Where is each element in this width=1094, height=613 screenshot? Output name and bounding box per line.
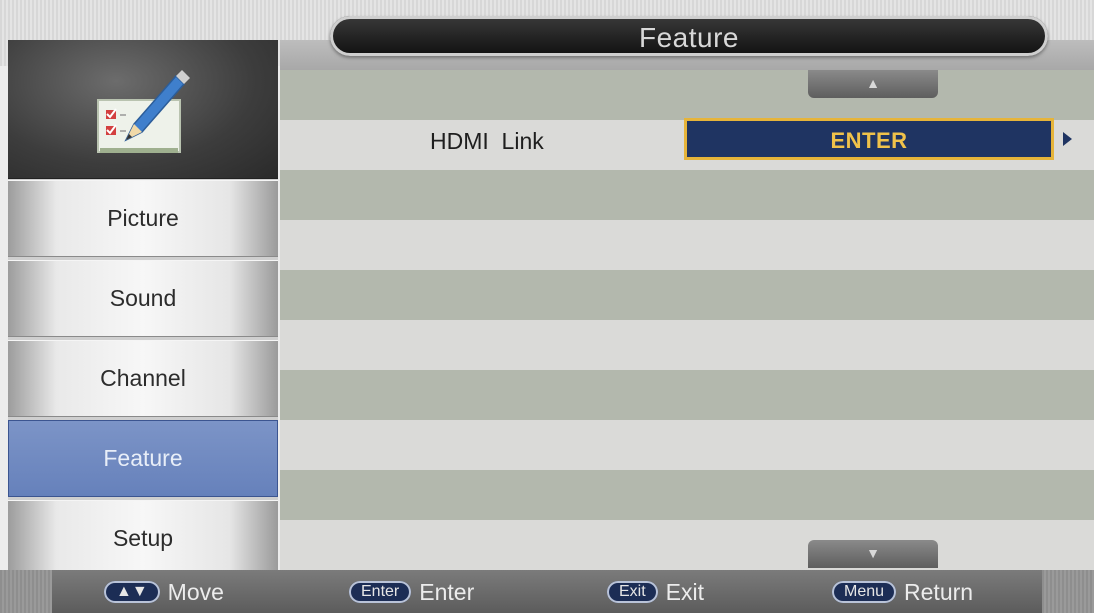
sidebar-item-feature[interactable]: Feature [8,420,278,497]
sidebar-item-label: Channel [100,365,186,391]
checklist-pencil-icon [97,70,190,153]
sidebar-item-label: Sound [109,285,177,311]
scroll-up-button[interactable]: ▲ [808,70,938,98]
triangle-right-icon[interactable] [1063,132,1072,146]
setting-value: ENTER [830,128,908,153]
hint-return: Menu Return [832,578,973,606]
settings-list: ▲ HDMI Link ENTER ▼ [280,70,1094,570]
sidebar-item-label: Feature [103,445,183,471]
hint-label: Exit [665,578,705,605]
list-row-band [280,420,1094,470]
updown-arrows-key: ▲▼ [104,581,160,603]
sidebar-menu: Picture Sound Channel Feature Setup [8,180,278,580]
setting-label-hdmi-link: HDMI Link [430,128,544,154]
scroll-down-button[interactable]: ▼ [808,540,938,568]
hint-move: ▲▼ Move [104,578,224,606]
list-row-band [280,520,1094,570]
exit-key: Exit [607,581,658,603]
list-row-band [280,70,1094,120]
hint-label: Move [167,578,224,605]
hint-exit: Exit Exit [607,578,704,606]
menu-key: Menu [832,581,897,603]
category-icon-panel [8,40,278,179]
enter-key: Enter [349,581,412,603]
list-row-band [280,170,1094,220]
footer-edge [1042,570,1094,613]
triangle-up-icon: ▲ [866,75,880,91]
sidebar-item-channel[interactable]: Channel [8,340,278,417]
list-row-band [280,470,1094,520]
list-row-band [280,220,1094,270]
footer-edge [0,570,52,613]
sidebar-item-sound[interactable]: Sound [8,260,278,337]
tv-menu-screen: Feature Picture Sound Channel Feature Se… [0,0,1094,613]
hint-enter: Enter Enter [349,578,474,606]
sidebar-item-label: Setup [112,525,174,551]
list-row-band [280,320,1094,370]
title-bar: Feature [330,16,1048,56]
list-row-band [280,270,1094,320]
sidebar-item-picture[interactable]: Picture [8,180,278,257]
sidebar-item-setup[interactable]: Setup [8,500,278,577]
sidebar-item-label: Picture [107,205,179,231]
triangle-down-icon: ▼ [866,545,880,561]
page-title: Feature [639,22,739,53]
hint-label: Enter [419,578,475,605]
hint-label: Return [904,578,974,605]
hdmi-link-enter-button[interactable]: ENTER [684,118,1054,160]
list-row-band [280,370,1094,420]
